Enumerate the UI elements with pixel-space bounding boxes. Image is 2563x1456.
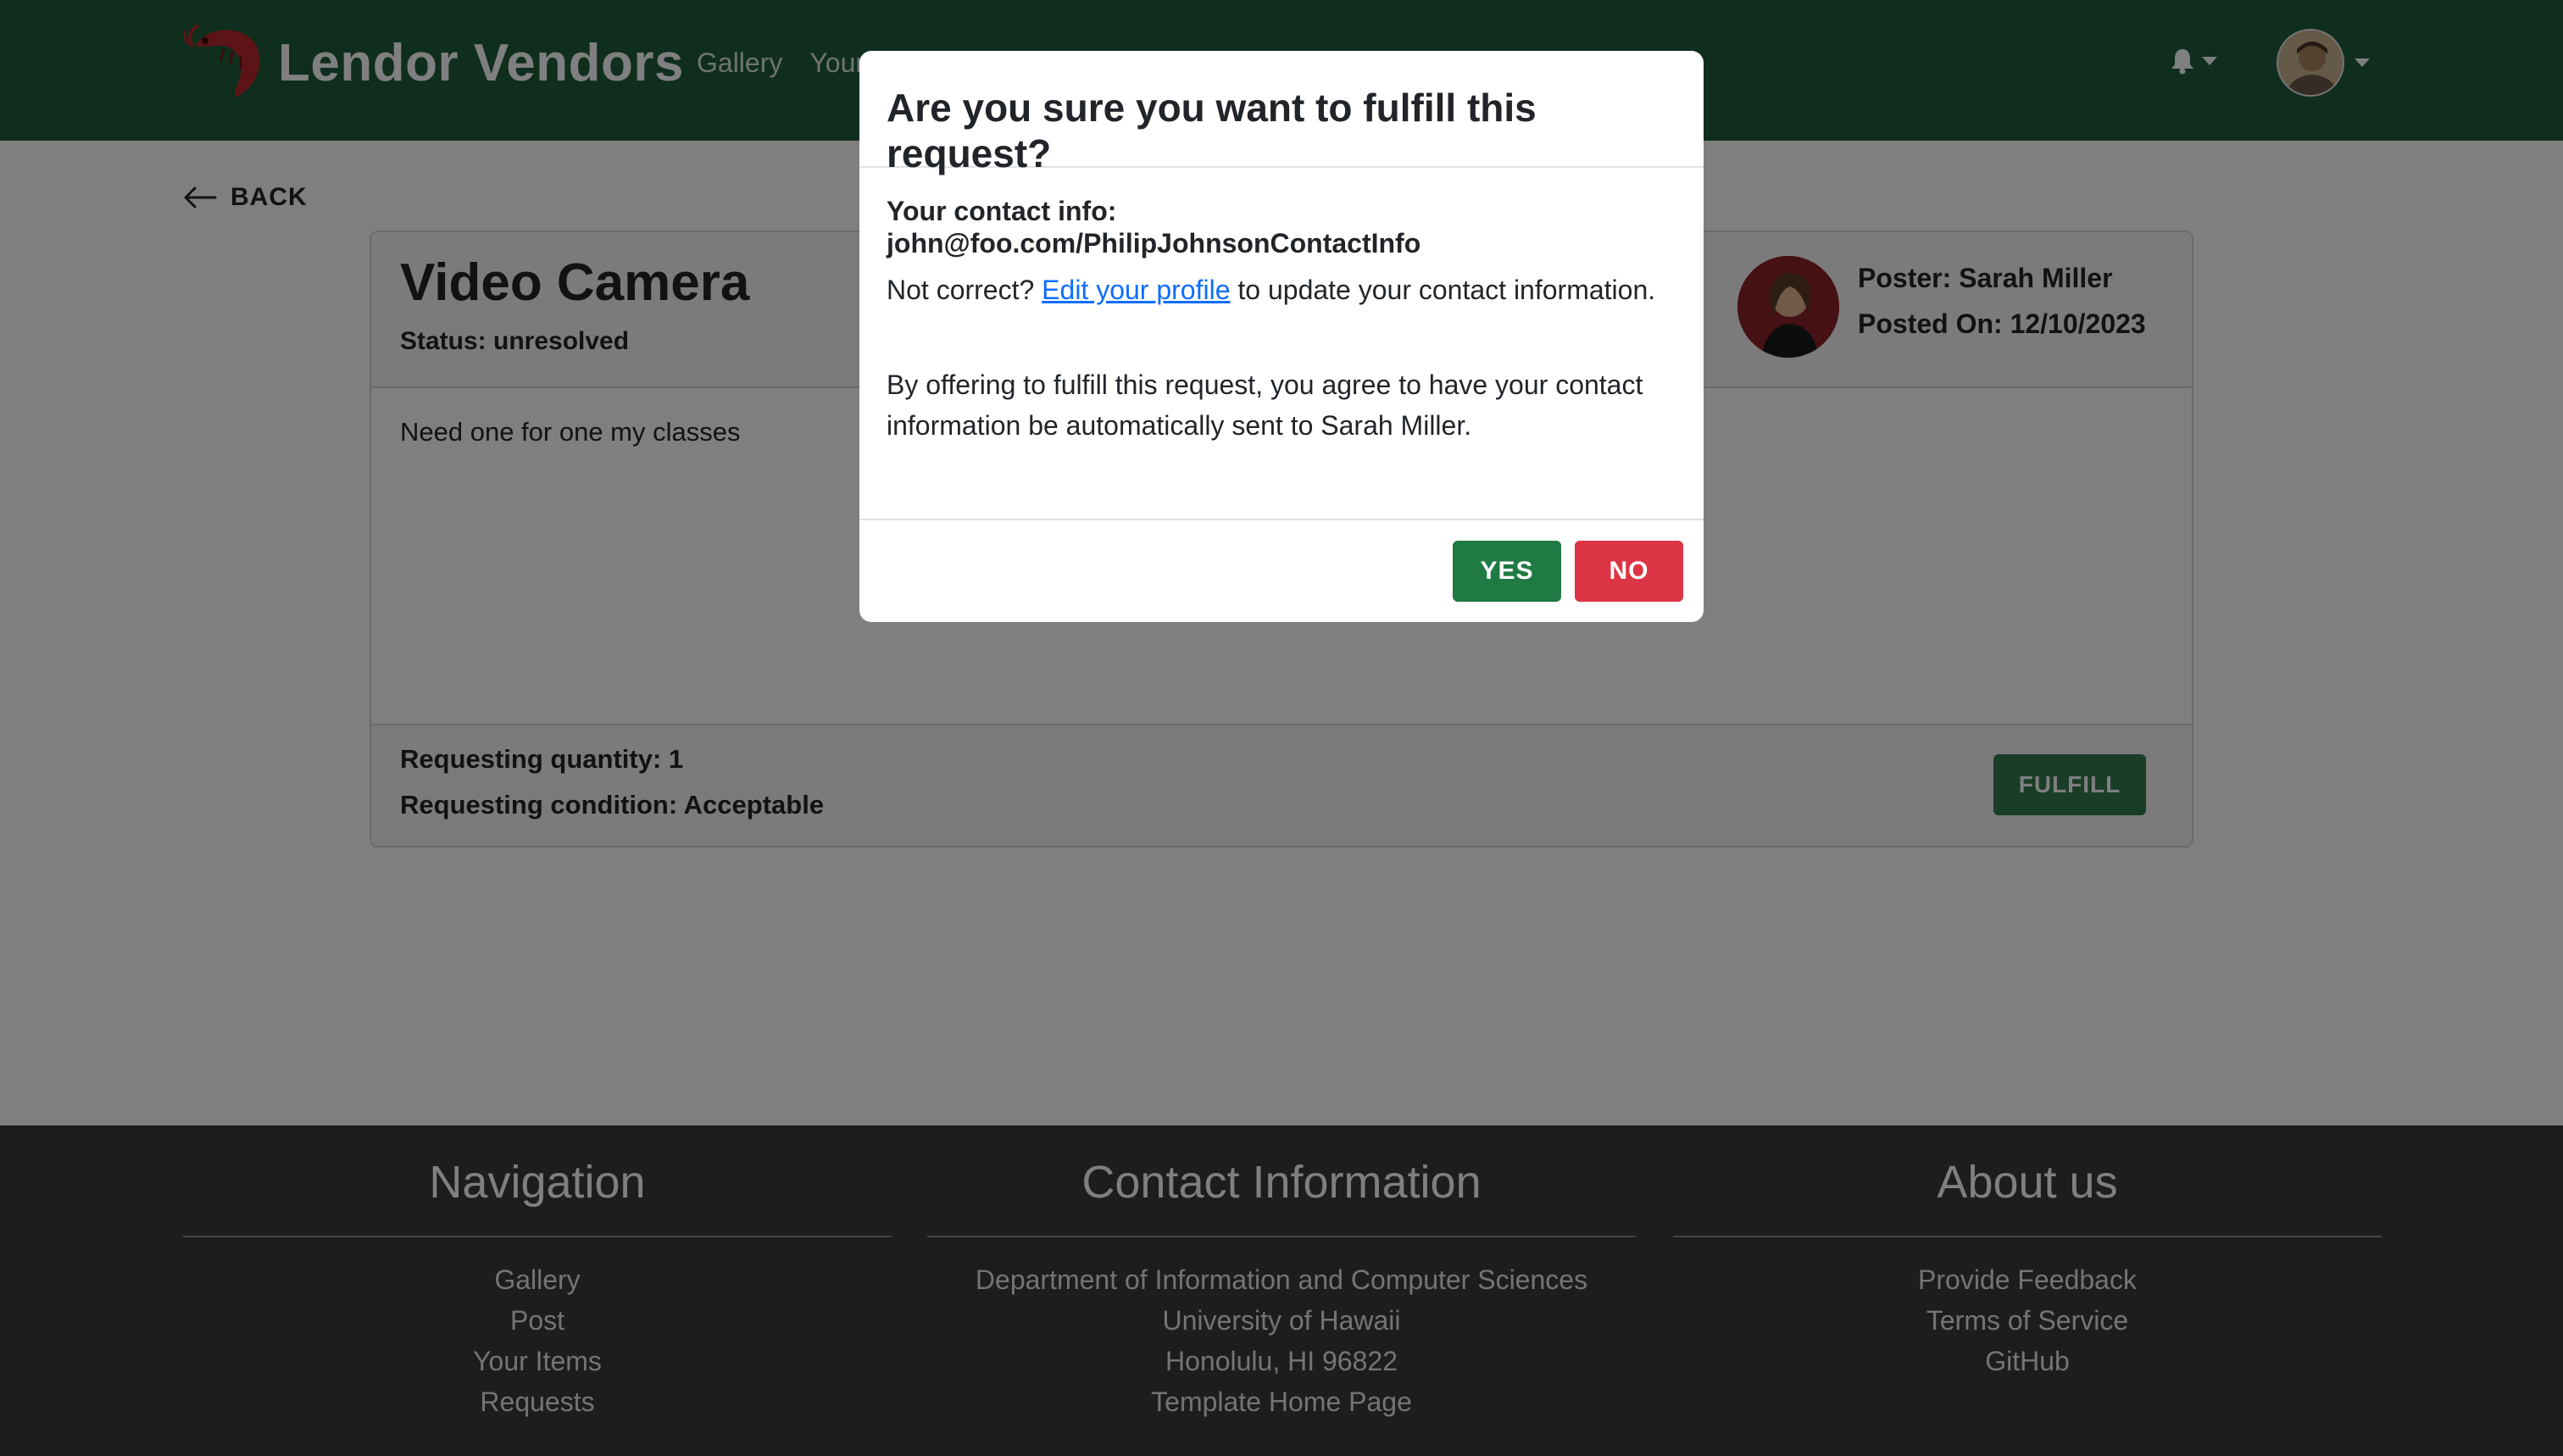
modal-footer: YES NO [859,520,1704,622]
not-correct-label: Not correct? [887,275,1035,305]
modal-body: Your contact info: john@foo.com/PhilipJo… [859,168,1704,520]
contact-info-value: john@foo.com/PhilipJohnsonContactInfo [887,228,1421,258]
no-button[interactable]: NO [1575,541,1683,602]
agreement-text: By offering to fulfill this request, you… [887,370,1643,441]
contact-info-label: Your contact info: [887,196,1117,226]
update-contact-text: to update your contact information. [1237,275,1656,305]
not-correct-text: Not correct? Edit your profile to update… [887,270,1676,310]
page: Lendor Vendors Gallery Your Items [0,0,2563,1456]
modal-title: Are you sure you want to fulfill this re… [887,86,1537,175]
yes-button[interactable]: YES [1453,541,1561,602]
fulfill-confirm-modal: Are you sure you want to fulfill this re… [859,51,1704,622]
edit-profile-link[interactable]: Edit your profile [1042,275,1230,305]
modal-header: Are you sure you want to fulfill this re… [859,51,1704,175]
